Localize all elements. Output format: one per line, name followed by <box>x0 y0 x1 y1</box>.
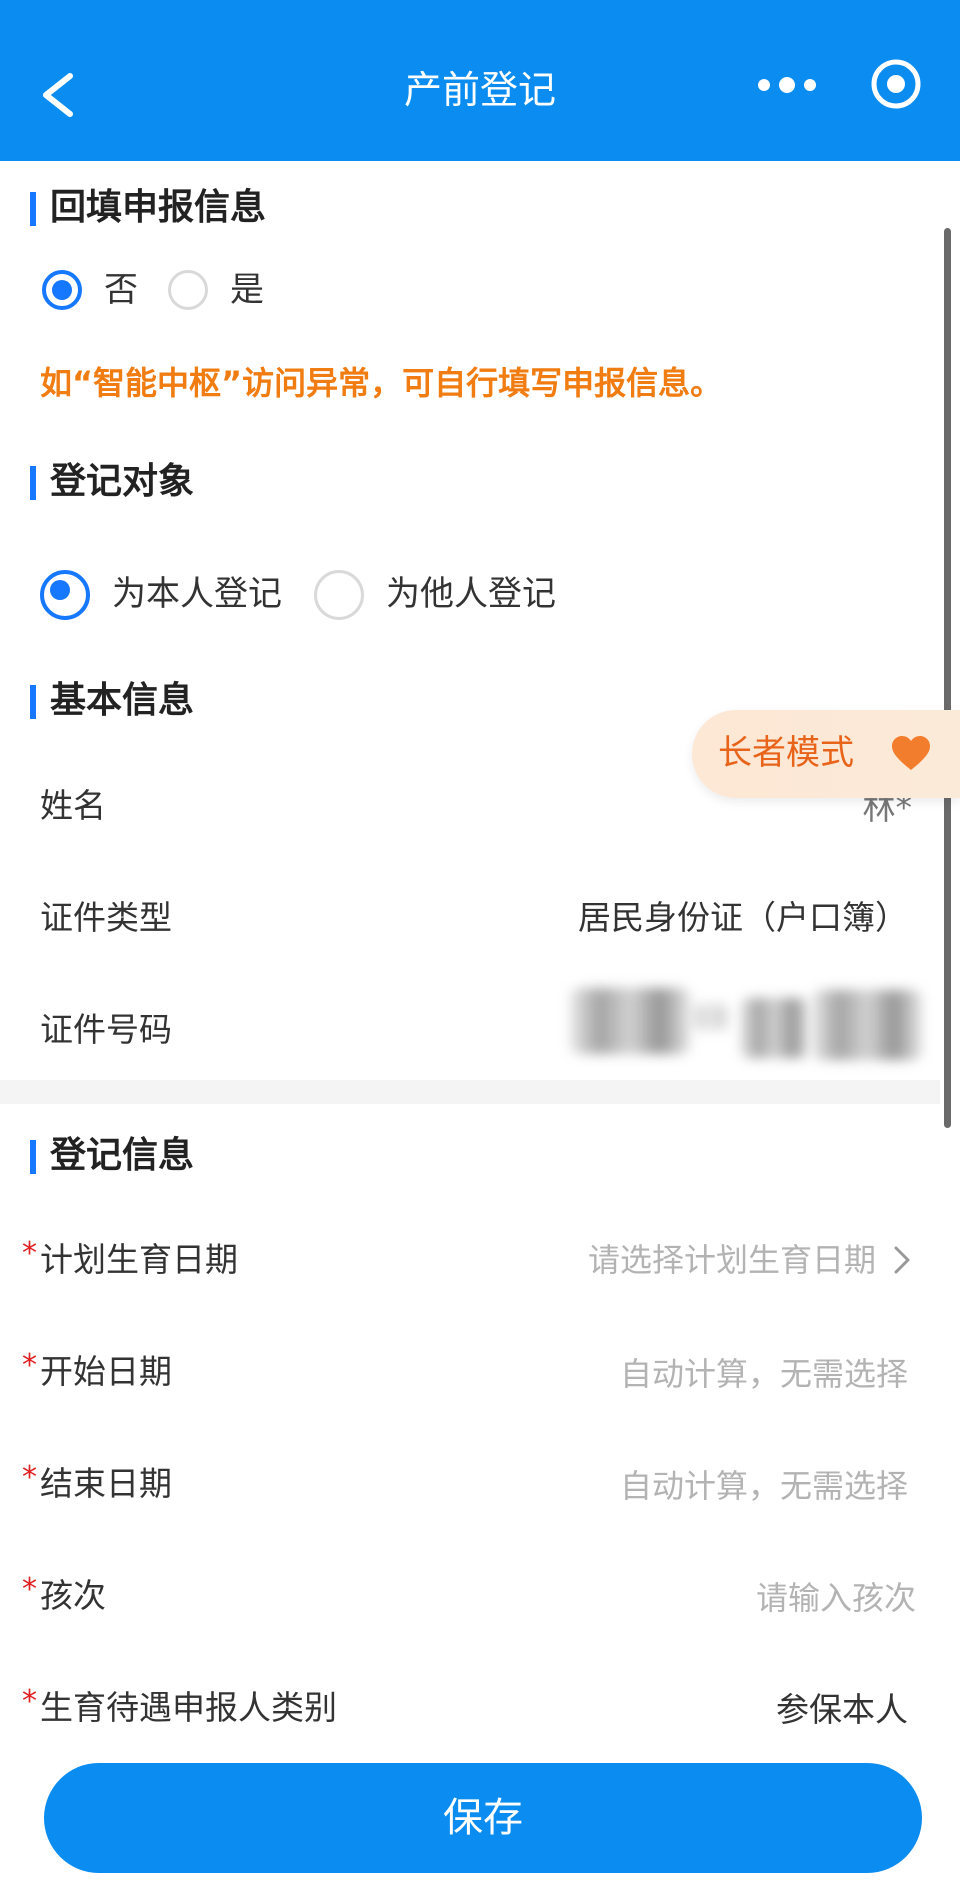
required-mark: * <box>22 1572 37 1607</box>
required-mark: * <box>22 1460 37 1495</box>
section-title-basic-info: 基本信息 <box>50 680 195 721</box>
radio-label-other[interactable]: 为他人登记 <box>386 570 556 618</box>
section-divider <box>0 1080 940 1104</box>
id-number-label: 证件号码 <box>40 1010 172 1049</box>
start-date-label: 开始日期 <box>40 1352 172 1391</box>
section-title-register-target: 登记对象 <box>50 461 195 502</box>
end-date-label: 结束日期 <box>40 1464 172 1503</box>
plan-birth-date-label: 计划生育日期 <box>40 1240 238 1279</box>
end-date-value: 自动计算，无需选择 <box>619 1467 908 1505</box>
section-title-backfill: 回填申报信息 <box>50 187 267 228</box>
more-options-icon[interactable] <box>752 60 822 110</box>
id-number-redacted <box>690 1004 730 1030</box>
radio-label-no[interactable]: 否 <box>104 266 138 314</box>
radio-backfill-yes[interactable] <box>168 270 208 310</box>
backfill-hint-text: 如“智能中枢”访问异常，可自行填写申报信息。 <box>40 364 723 402</box>
applicant-category-value[interactable]: 参保本人 <box>776 1686 908 1734</box>
section-title-register-info: 登记信息 <box>50 1135 195 1176</box>
radio-label-self[interactable]: 为本人登记 <box>112 570 282 618</box>
radio-register-other[interactable] <box>314 570 364 620</box>
scrollbar[interactable] <box>944 228 951 1128</box>
name-label: 姓名 <box>40 786 106 825</box>
id-number-redacted <box>740 998 810 1058</box>
applicant-category-label: 生育待遇申报人类别 <box>40 1688 337 1727</box>
radio-register-self[interactable] <box>40 570 90 620</box>
id-type-value: 居民身份证（户口簿） <box>578 898 908 937</box>
plan-birth-date-picker[interactable]: 请选择计划生育日期 <box>588 1236 876 1284</box>
radio-backfill-no[interactable] <box>42 270 82 310</box>
required-mark: * <box>22 1684 37 1719</box>
child-order-input[interactable]: 请输入孩次 <box>756 1574 916 1622</box>
close-target-icon[interactable] <box>868 56 924 112</box>
id-type-label: 证件类型 <box>40 898 172 937</box>
child-order-label: 孩次 <box>40 1576 106 1615</box>
id-number-redacted <box>570 988 690 1054</box>
required-mark: * <box>22 1348 37 1383</box>
id-number-redacted <box>812 990 922 1060</box>
elder-mode-button[interactable]: 长者模式 <box>692 710 960 798</box>
chevron-right-icon[interactable] <box>892 1244 912 1276</box>
start-date-value: 自动计算，无需选择 <box>619 1355 908 1393</box>
top-nav-bar: 产前登记 <box>0 0 960 161</box>
elder-mode-label: 长者模式 <box>718 733 854 773</box>
heart-icon <box>892 736 930 770</box>
required-mark: * <box>22 1236 37 1271</box>
save-button[interactable]: 保存 <box>44 1763 922 1873</box>
radio-label-yes[interactable]: 是 <box>230 266 264 314</box>
